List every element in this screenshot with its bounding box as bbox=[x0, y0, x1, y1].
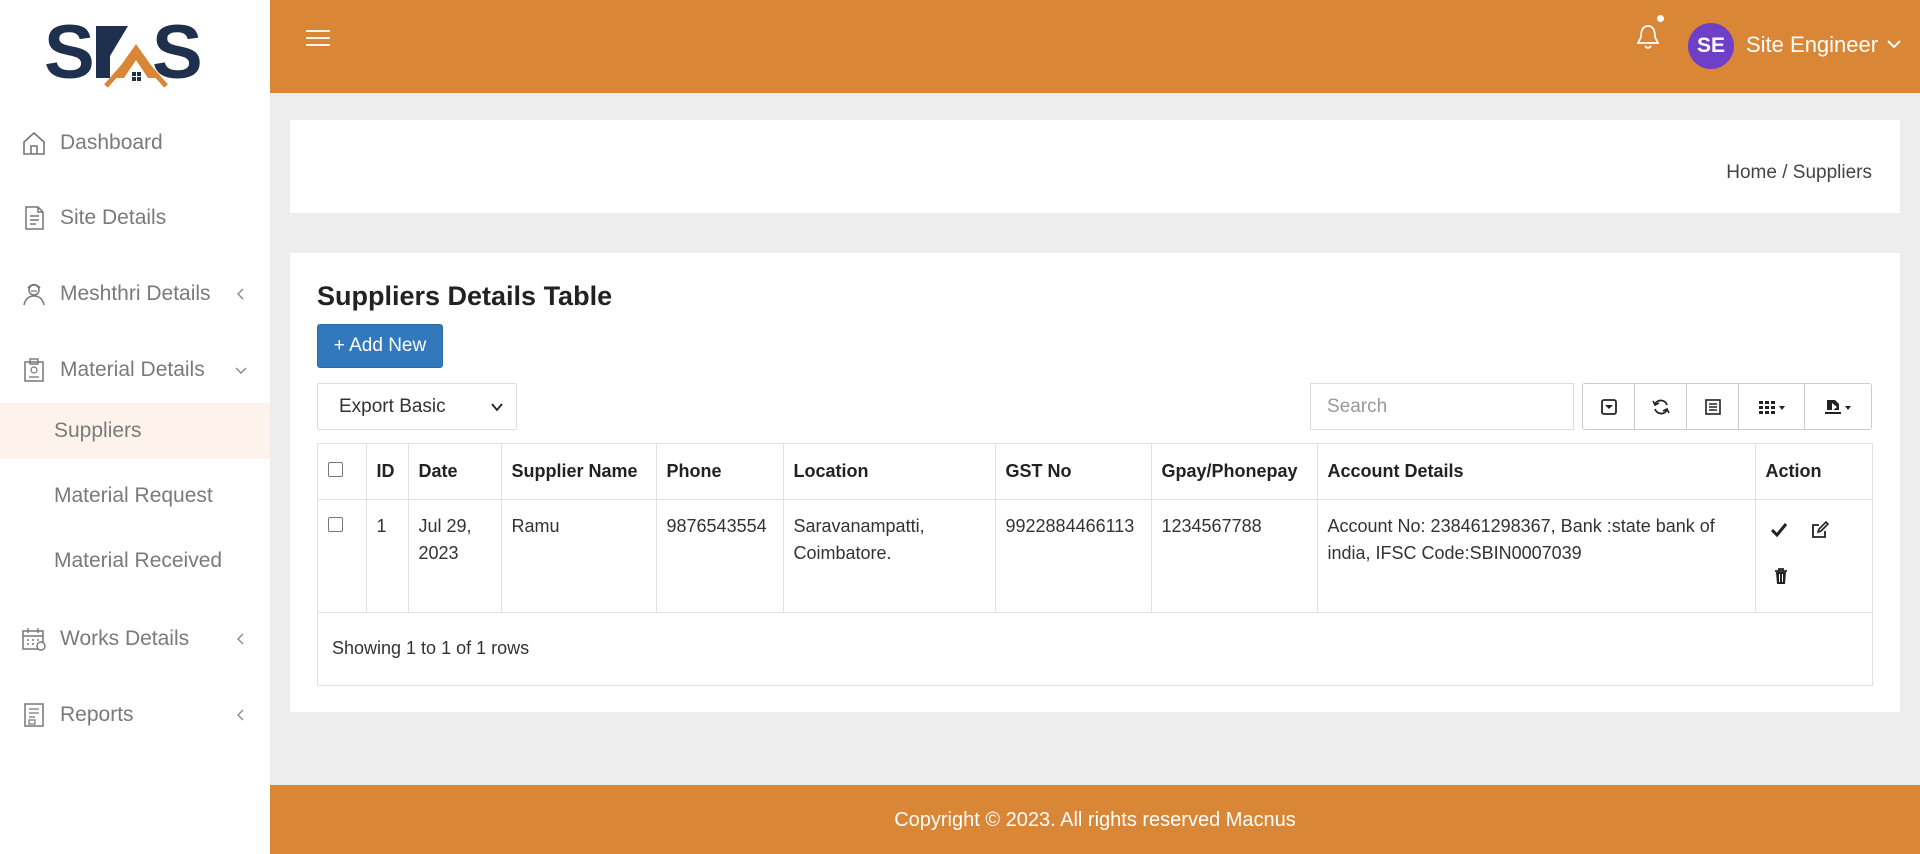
column-header-gst-no[interactable]: GST No bbox=[995, 444, 1152, 500]
page-title: Suppliers Details Table bbox=[317, 281, 613, 311]
sks-logo[interactable]: S S bbox=[44, 16, 224, 96]
column-header-gpay[interactable]: Gpay/Phonepay bbox=[1151, 444, 1318, 500]
sidebar-item-label: Dashboard bbox=[60, 131, 163, 154]
pagination-summary: Showing 1 to 1 of 1 rows bbox=[332, 638, 530, 658]
table-toolbar bbox=[1582, 383, 1872, 430]
breadcrumb-card: Home / Suppliers bbox=[290, 120, 1900, 213]
sidebar-item-reports[interactable]: Reports bbox=[0, 685, 270, 745]
sidebar-subitem-label: Suppliers bbox=[54, 419, 142, 442]
document-icon bbox=[25, 206, 44, 230]
notification-dot bbox=[1657, 15, 1664, 22]
export-select[interactable]: Export Basic bbox=[317, 383, 517, 430]
chevron-left-icon bbox=[237, 288, 244, 300]
column-header-phone[interactable]: Phone bbox=[656, 444, 784, 500]
row-checkbox[interactable] bbox=[328, 516, 343, 532]
top-header: SE Site Engineer bbox=[270, 0, 1920, 93]
chevron-down-icon bbox=[491, 403, 503, 412]
cell-gpay: 1234567788 bbox=[1151, 499, 1318, 613]
delete-trash-icon[interactable] bbox=[1771, 566, 1791, 586]
toggle-view-button[interactable] bbox=[1687, 384, 1739, 429]
sidebar-subitem-material-received[interactable]: Material Received bbox=[0, 533, 270, 589]
report-icon bbox=[24, 703, 44, 727]
calendar-icon bbox=[22, 628, 46, 651]
chevron-down-icon[interactable] bbox=[1886, 36, 1902, 52]
copyright-text: Copyright © 2023. All rights reserved Ma… bbox=[894, 809, 1296, 831]
user-menu-name[interactable]: Site Engineer bbox=[1746, 32, 1878, 58]
sidebar-item-label: Meshthri Details bbox=[60, 282, 211, 305]
home-icon bbox=[23, 131, 45, 155]
sidebar: S S Dashboard Site Details Meshthri Deta… bbox=[0, 0, 270, 854]
cell-action bbox=[1755, 499, 1872, 613]
columns-button[interactable] bbox=[1739, 384, 1805, 429]
sidebar-subitem-label: Material Received bbox=[54, 549, 223, 572]
breadcrumb-current: Suppliers bbox=[1792, 162, 1872, 183]
search-input[interactable] bbox=[1310, 383, 1574, 430]
toggle-pagination-button[interactable] bbox=[1583, 384, 1635, 429]
cell-supplier-name: Ramu bbox=[501, 499, 657, 613]
table-header-row: ID Date Supplier Name Phone Location GST… bbox=[318, 444, 1872, 500]
export-button[interactable] bbox=[1805, 384, 1871, 429]
cell-date: Jul 29, 2023 bbox=[408, 499, 502, 613]
sidebar-item-works-details[interactable]: Works Details bbox=[0, 609, 270, 669]
column-header-date[interactable]: Date bbox=[408, 444, 502, 500]
sidebar-item-label: Site Details bbox=[60, 206, 167, 229]
cell-id: 1 bbox=[366, 499, 409, 613]
column-header-account-details[interactable]: Account Details bbox=[1317, 444, 1756, 500]
refresh-button[interactable] bbox=[1635, 384, 1687, 429]
suppliers-table: ID Date Supplier Name Phone Location GST… bbox=[317, 443, 1873, 686]
add-new-button[interactable]: + Add New bbox=[317, 324, 443, 368]
worker-icon bbox=[23, 283, 45, 306]
svg-text:S: S bbox=[152, 16, 203, 95]
chevron-left-icon bbox=[237, 633, 244, 645]
sidebar-item-label: Reports bbox=[60, 703, 134, 726]
chevron-left-icon bbox=[237, 709, 244, 721]
refresh-icon bbox=[1651, 399, 1670, 414]
list-view-icon bbox=[1704, 398, 1721, 415]
column-header-supplier-name[interactable]: Supplier Name bbox=[501, 444, 657, 500]
approve-check-icon[interactable] bbox=[1769, 520, 1789, 540]
breadcrumb-separator: / bbox=[1782, 162, 1788, 183]
cell-location: Saravanampatti, Coimbatore. bbox=[783, 499, 996, 613]
column-header-action: Action bbox=[1755, 444, 1872, 500]
clipboard-icon bbox=[24, 358, 44, 382]
sidebar-item-label: Works Details bbox=[60, 627, 190, 650]
column-header-id[interactable]: ID bbox=[366, 444, 409, 500]
sidebar-item-label: Material Details bbox=[60, 358, 205, 381]
column-header-location[interactable]: Location bbox=[783, 444, 996, 500]
breadcrumb: Home / Suppliers bbox=[1726, 162, 1872, 184]
collapse-icon bbox=[1600, 398, 1617, 415]
table-row: 1 Jul 29, 2023 Ramu 9876543554 Saravanam… bbox=[318, 499, 1872, 613]
sidebar-subitem-suppliers[interactable]: Suppliers bbox=[0, 403, 270, 459]
cell-gst-no: 9922884466113 bbox=[995, 499, 1152, 613]
page-footer: Copyright © 2023. All rights reserved Ma… bbox=[270, 785, 1920, 854]
sidebar-item-meshthri-details[interactable]: Meshthri Details bbox=[0, 264, 270, 324]
cell-phone: 9876543554 bbox=[656, 499, 784, 613]
edit-icon[interactable] bbox=[1810, 520, 1830, 540]
sidebar-subitem-material-request[interactable]: Material Request bbox=[0, 468, 270, 524]
sidebar-item-material-details[interactable]: Material Details bbox=[0, 340, 270, 400]
menu-toggle-icon[interactable] bbox=[306, 30, 330, 48]
svg-text:S: S bbox=[44, 16, 95, 95]
chevron-down-icon bbox=[235, 367, 247, 374]
select-all-checkbox[interactable] bbox=[328, 461, 343, 477]
sidebar-item-site-details[interactable]: Site Details bbox=[0, 188, 270, 248]
sidebar-subitem-label: Material Request bbox=[54, 484, 213, 507]
avatar[interactable]: SE bbox=[1688, 23, 1734, 69]
bell-icon[interactable] bbox=[1634, 22, 1662, 52]
grid-icon bbox=[1758, 400, 1785, 414]
sidebar-item-dashboard[interactable]: Dashboard bbox=[0, 113, 270, 173]
breadcrumb-home-link[interactable]: Home bbox=[1726, 162, 1777, 183]
cell-account-details: Account No: 238461298367, Bank :state ba… bbox=[1317, 499, 1756, 613]
download-icon bbox=[1825, 399, 1851, 414]
export-select-value: Export Basic bbox=[339, 395, 446, 417]
suppliers-card: Suppliers Details Table + Add New Export… bbox=[290, 253, 1900, 712]
